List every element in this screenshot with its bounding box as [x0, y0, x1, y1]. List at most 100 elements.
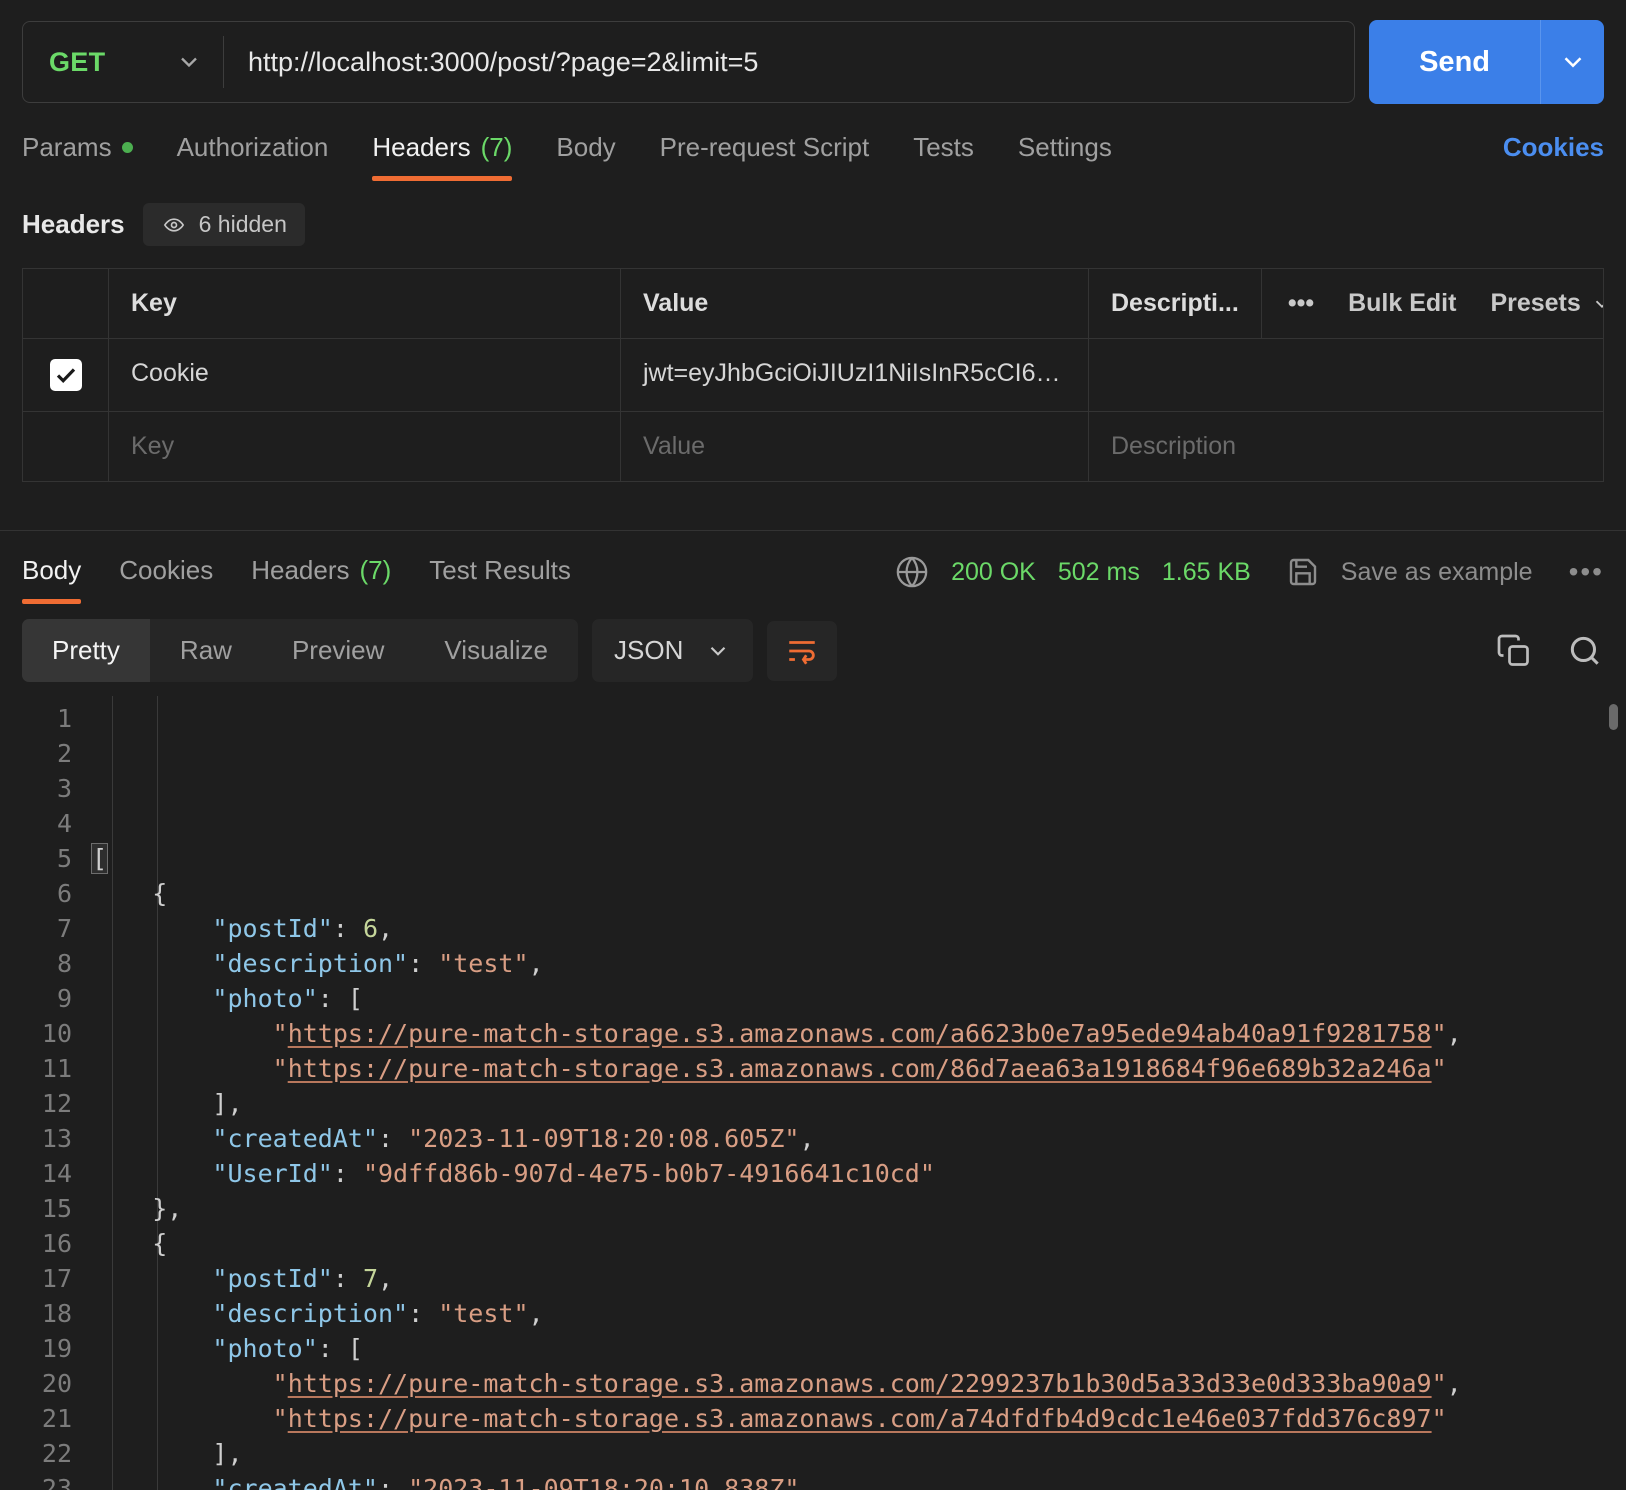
tab-authorization[interactable]: Authorization — [177, 132, 329, 181]
code-line[interactable]: "createdAt": "2023-11-09T18:20:10.838Z", — [92, 1471, 1626, 1490]
tab-pre-request-script[interactable]: Pre-request Script — [660, 132, 870, 181]
hidden-headers-toggle[interactable]: 6 hidden — [142, 203, 305, 246]
code-token: "UserId" — [212, 1159, 333, 1188]
response-more-options-icon[interactable]: ••• — [1569, 556, 1604, 588]
response-tab-cookies-label: Cookies — [119, 555, 214, 585]
code-line[interactable]: "createdAt": "2023-11-09T18:20:08.605Z", — [92, 1121, 1626, 1156]
response-tab-body-label: Body — [22, 555, 82, 585]
code-url-link[interactable]: https://pure-match-storage.s3.amazonaws.… — [288, 1404, 1432, 1433]
send-button-group: Send — [1369, 20, 1604, 104]
code-line[interactable]: "postId": 7, — [92, 1261, 1626, 1296]
code-line[interactable]: "description": "test", — [92, 946, 1626, 981]
line-number: 16 — [41, 1229, 72, 1258]
code-token: { — [152, 1229, 168, 1258]
code-line[interactable]: "https://pure-match-storage.s3.amazonaws… — [92, 1366, 1626, 1401]
line-number: 10 — [41, 1019, 72, 1048]
line-number: 12 — [41, 1089, 72, 1118]
line-number: 20 — [41, 1369, 72, 1398]
row-value[interactable]: jwt=eyJhbGciOiJIUzI1NiIsInR5cCI6Ikp... — [621, 339, 1089, 411]
code-token: "photo" — [212, 984, 318, 1013]
line-number: 4 — [56, 809, 72, 838]
presets-button[interactable]: Presets — [1490, 289, 1603, 318]
code-line[interactable]: ], — [92, 1436, 1626, 1471]
code-token: "9dffd86b-907d-4e75-b0b7-4916641c10cd" — [362, 1159, 935, 1188]
save-as-example-button[interactable]: Save as example — [1341, 558, 1533, 587]
view-raw[interactable]: Raw — [150, 619, 262, 682]
code-url-link[interactable]: https://pure-match-storage.s3.amazonaws.… — [288, 1019, 1432, 1048]
code-token: "test" — [438, 1299, 529, 1328]
code-token: , — [1446, 1369, 1462, 1398]
tab-headers-label: Headers — [372, 132, 471, 162]
language-selector[interactable]: JSON — [592, 619, 754, 682]
method-selector[interactable]: GET — [23, 22, 223, 102]
code-line[interactable]: "UserId": "9dffd86b-907d-4e75-b0b7-49166… — [92, 1156, 1626, 1191]
code-token: "description" — [212, 949, 409, 978]
send-options-button[interactable] — [1540, 20, 1604, 104]
code-line[interactable]: "photo": [ — [92, 981, 1626, 1016]
headers-title: Headers — [22, 209, 125, 239]
tab-headers-count: (7) — [480, 132, 513, 162]
response-tab-headers[interactable]: Headers (7) — [251, 555, 391, 604]
code-token: : — [378, 1474, 409, 1490]
row-checkbox[interactable] — [49, 359, 82, 391]
code-line[interactable]: ], — [92, 1086, 1626, 1121]
table-row[interactable]: Cookie jwt=eyJhbGciOiJIUzI1NiIsInR5cCI6I… — [23, 339, 1603, 412]
line-number: 14 — [41, 1159, 72, 1188]
url-input[interactable] — [224, 46, 1355, 78]
empty-row-description-input[interactable]: Description — [1089, 412, 1603, 481]
tab-headers[interactable]: Headers (7) — [372, 132, 513, 181]
request-tabs: Params Authorization Headers (7) Body Pr… — [0, 132, 1626, 181]
row-key[interactable]: Cookie — [109, 339, 621, 411]
send-button[interactable]: Send — [1369, 20, 1540, 104]
cookies-link[interactable]: Cookies — [1503, 132, 1604, 181]
tab-params[interactable]: Params — [22, 132, 133, 181]
response-tab-test-results[interactable]: Test Results — [429, 555, 571, 604]
tab-tests[interactable]: Tests — [913, 132, 974, 181]
empty-row-key-input[interactable]: Key — [109, 412, 621, 481]
response-body-viewer[interactable]: 123456789101112131415161718192021222324 … — [0, 696, 1626, 1490]
code-line[interactable]: "https://pure-match-storage.s3.amazonaws… — [92, 1051, 1626, 1086]
code-line[interactable]: "postId": 6, — [92, 911, 1626, 946]
line-number: 19 — [41, 1334, 72, 1363]
wrap-lines-button[interactable] — [767, 620, 838, 681]
code-line[interactable]: "https://pure-match-storage.s3.amazonaws… — [92, 1401, 1626, 1436]
status-code: 200 OK — [951, 557, 1036, 586]
more-options-icon[interactable]: ••• — [1288, 289, 1314, 318]
code-token: "2023-11-09T18:20:08.605Z" — [408, 1124, 800, 1153]
line-number: 5 — [56, 844, 72, 873]
code-token: ], — [212, 1439, 243, 1468]
line-number: 8 — [56, 949, 72, 978]
code-url-link[interactable]: https://pure-match-storage.s3.amazonaws.… — [288, 1369, 1432, 1398]
response-tab-body[interactable]: Body — [22, 555, 82, 604]
response-tab-cookies[interactable]: Cookies — [119, 555, 213, 604]
tab-params-label: Params — [22, 132, 112, 162]
row-description[interactable] — [1089, 339, 1603, 411]
code-line[interactable]: { — [92, 876, 1626, 911]
tab-body[interactable]: Body — [556, 132, 615, 181]
vertical-scrollbar[interactable] — [1609, 704, 1618, 730]
copy-icon[interactable] — [1496, 633, 1532, 669]
code-line[interactable]: "https://pure-match-storage.s3.amazonaws… — [92, 1016, 1626, 1051]
code-line[interactable]: "photo": [ — [92, 1331, 1626, 1366]
column-header-value: Value — [621, 269, 1089, 338]
tab-settings[interactable]: Settings — [1018, 132, 1112, 181]
view-preview[interactable]: Preview — [262, 619, 414, 682]
bulk-edit-button[interactable]: Bulk Edit — [1348, 289, 1456, 318]
method-label: GET — [49, 46, 106, 77]
code-line[interactable]: { — [92, 1226, 1626, 1261]
view-visualize[interactable]: Visualize — [414, 619, 578, 682]
line-number: 7 — [56, 914, 72, 943]
table-row-empty[interactable]: Key Value Description — [23, 412, 1603, 482]
code-token: : — [332, 1159, 363, 1188]
view-pretty[interactable]: Pretty — [22, 619, 150, 682]
code-line[interactable]: [ — [90, 841, 1626, 876]
save-icon[interactable] — [1287, 556, 1319, 588]
code-line[interactable]: }, — [92, 1191, 1626, 1226]
line-number: 23 — [41, 1474, 72, 1490]
empty-row-value-input[interactable]: Value — [621, 412, 1089, 481]
response-format-toolbar: Pretty Raw Preview Visualize JSON — [0, 607, 1626, 682]
code-line[interactable]: "description": "test", — [92, 1296, 1626, 1331]
code-url-link[interactable]: https://pure-match-storage.s3.amazonaws.… — [288, 1054, 1432, 1083]
response-body-code[interactable]: [ { "postId": 6, "description": "test", … — [90, 696, 1626, 1490]
search-icon[interactable] — [1566, 632, 1604, 670]
